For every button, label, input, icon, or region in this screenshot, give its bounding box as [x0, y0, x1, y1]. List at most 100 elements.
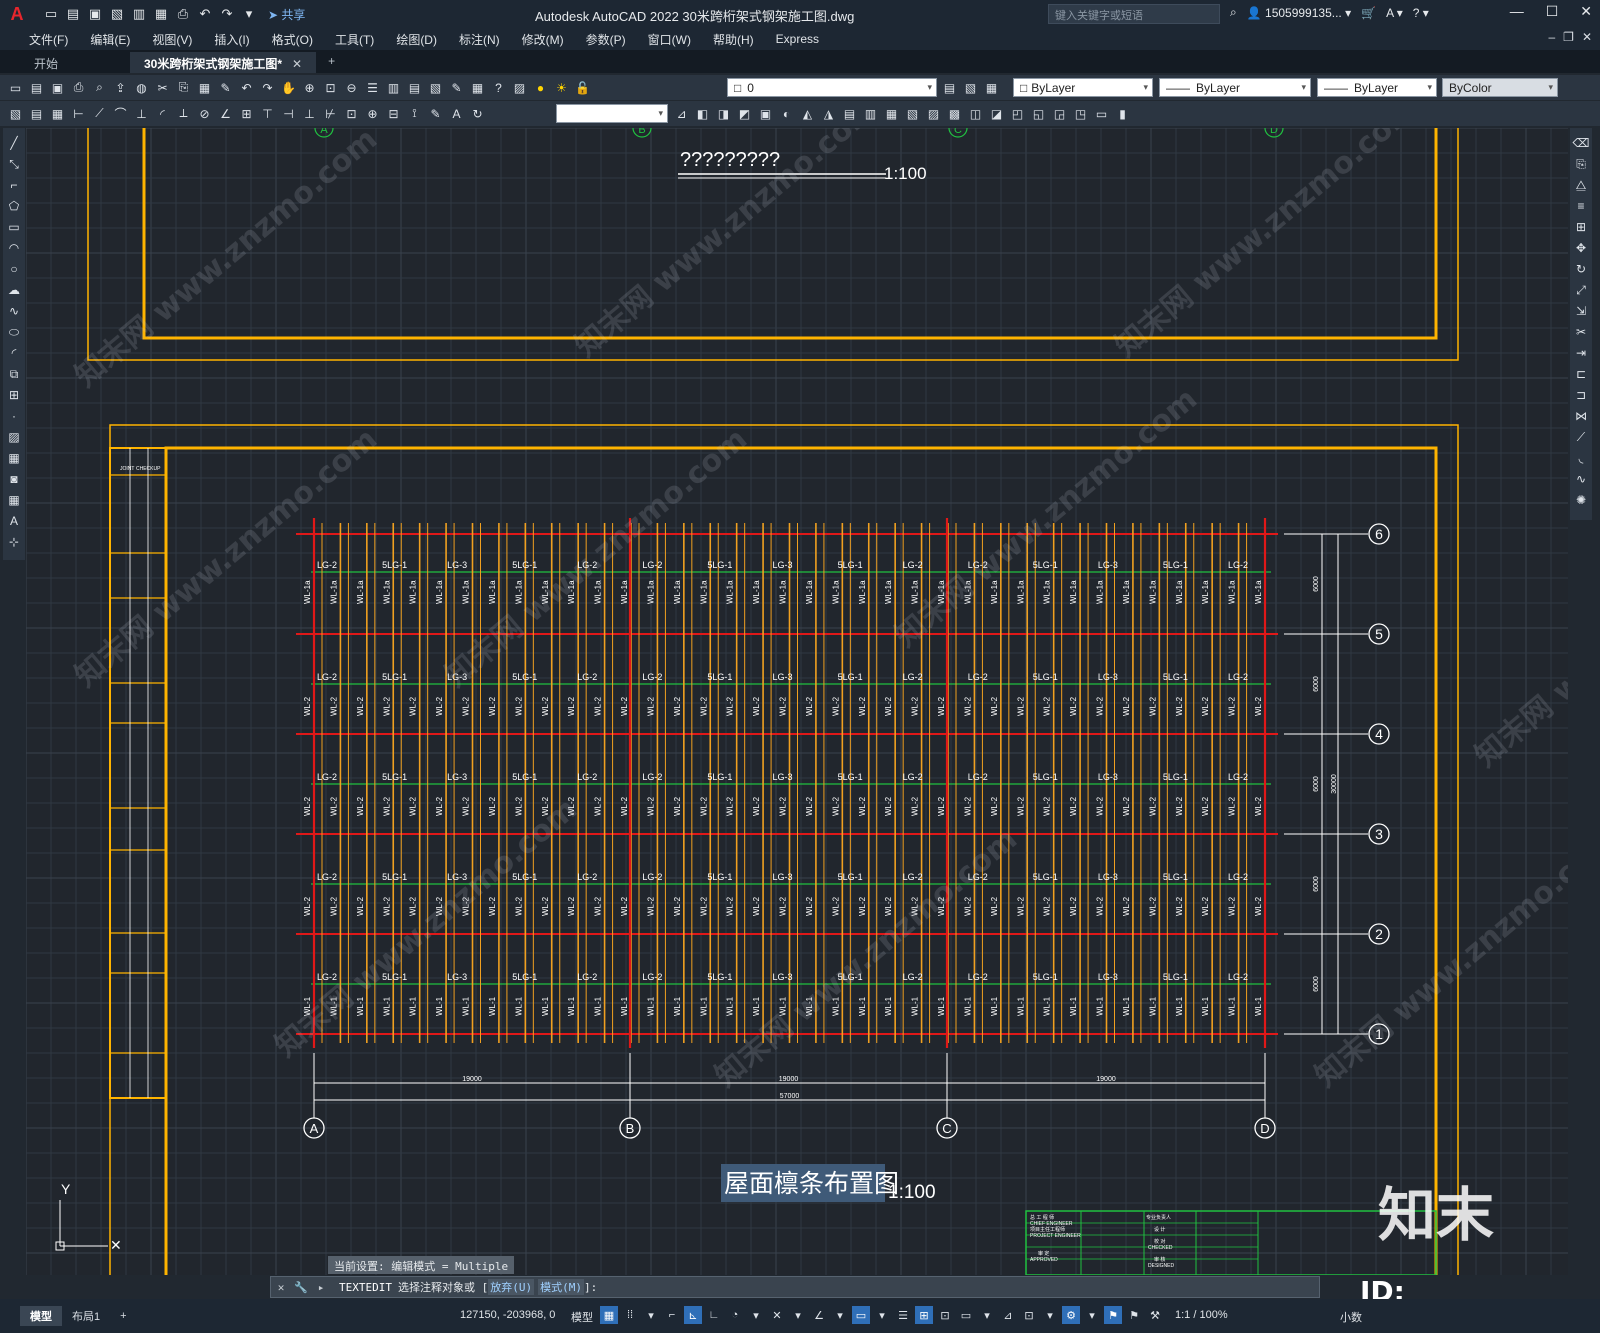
stretch-icon[interactable]: ⇲ [1572, 302, 1590, 320]
scale-icon[interactable]: ⤢ [1572, 281, 1590, 299]
model-space-toggle[interactable]: 模型 [571, 1309, 593, 1325]
polar-options-icon[interactable]: ◔ [726, 1306, 744, 1324]
bulb-icon[interactable]: ● [531, 78, 550, 97]
command-line[interactable]: ✕ 🔧 ▸ TEXTEDIT 选择注释对象或 [ 放弃(U) 模式(M) ]: [270, 1276, 1320, 1298]
markup-icon[interactable]: ✎ [447, 78, 466, 97]
slice-icon[interactable]: ◭ [798, 104, 817, 123]
coordinates-readout[interactable]: 127150, -203968, 0 [460, 1309, 555, 1321]
close-button[interactable]: ✕ [1580, 3, 1592, 20]
make-current-icon[interactable]: ▤ [940, 78, 959, 97]
design-center-icon[interactable]: ▥ [384, 78, 403, 97]
sun-icon[interactable]: ☀ [552, 78, 571, 97]
face-extrude-icon[interactable]: ◫ [966, 104, 985, 123]
jogged-linear-icon[interactable]: ⟟ [405, 104, 424, 123]
maximize-button[interactable]: ☐ [1546, 3, 1559, 20]
cad-viewport[interactable]: A B C D????????? 1:100 JOINT CHECKUP LG-2 5LG-1 L… [26, 128, 1568, 1275]
osnap-2d-icon[interactable]: ∠ [810, 1306, 828, 1324]
gradient-icon[interactable]: ▦ [5, 449, 23, 467]
rotate-icon[interactable]: ↻ [1572, 260, 1590, 278]
drawing-canvas[interactable]: A B C D????????? 1:100 JOINT CHECKUP LG-2 5LG-1 L… [26, 128, 1568, 1275]
menu-draw[interactable]: 绘图(D) [385, 31, 448, 48]
extend-icon[interactable]: ⇥ [1572, 344, 1590, 362]
zoom-window-icon[interactable]: ⊡ [321, 78, 340, 97]
lineweight-toggle-icon[interactable]: ▭ [852, 1306, 870, 1324]
region-icon[interactable]: ◙ [5, 470, 23, 488]
blend-icon[interactable]: ∿ [1572, 470, 1590, 488]
share-button[interactable]: ➤ 共享 [268, 6, 305, 23]
ortho-toggle-icon[interactable]: ⊾ [684, 1306, 702, 1324]
transparency-icon[interactable]: ▾ [873, 1306, 891, 1324]
osnap-menu-icon[interactable]: ▾ [831, 1306, 849, 1324]
linetype-select[interactable]: —— ByLayer ▾ [1159, 78, 1311, 97]
offset-icon[interactable]: ≡ [1572, 197, 1590, 215]
dynamic-input-icon[interactable]: ⌐ [663, 1306, 681, 1324]
help-icon[interactable]: ? [489, 78, 508, 97]
check-icon[interactable]: ▩ [945, 104, 964, 123]
intersect-icon[interactable]: ◩ [735, 104, 754, 123]
help-icon[interactable]: ? ▾ [1413, 6, 1429, 20]
circle-icon[interactable]: ○ [5, 260, 23, 278]
menu-file[interactable]: 文件(F) [18, 31, 79, 48]
dim-text-edit-icon[interactable]: A [447, 104, 466, 123]
explode-icon[interactable]: ✺ [1572, 491, 1590, 509]
menu-help[interactable]: 帮助(H) [702, 31, 765, 48]
dimstyle-select[interactable]: ▾ [556, 104, 668, 123]
command-option-undo[interactable]: 放弃(U) [488, 1279, 535, 1295]
table-icon[interactable]: ▦ [5, 491, 23, 509]
layer-previous-icon[interactable]: ▧ [961, 78, 980, 97]
calculator-icon[interactable]: ▦ [468, 78, 487, 97]
break-point-icon[interactable]: ⊏ [1572, 365, 1590, 383]
dim-angular-icon[interactable]: ∠ [216, 104, 235, 123]
app-logo-icon[interactable]: A [0, 0, 34, 28]
isodraft-icon[interactable]: ▾ [747, 1306, 765, 1324]
selection-cycling-icon[interactable]: ☰ [894, 1306, 912, 1324]
construction-line-icon[interactable]: ⤡ [5, 155, 23, 173]
tool-palettes-icon[interactable]: ▤ [405, 78, 424, 97]
revcloud-icon[interactable]: ☁ [5, 281, 23, 299]
annotation-scale[interactable]: 1:1 / 100% [1175, 1309, 1228, 1321]
quick-properties-icon[interactable]: ⚑ [1125, 1306, 1143, 1324]
point-icon[interactable]: · [5, 407, 23, 425]
dim-radius-icon[interactable]: ◜ [153, 104, 172, 123]
face-taper-icon[interactable]: ◳ [1071, 104, 1090, 123]
customize-icon[interactable]: ▾ [240, 5, 258, 23]
tab-layout1[interactable]: 布局1 [62, 1306, 110, 1326]
menu-window[interactable]: 窗口(W) [637, 31, 702, 48]
layer-properties-icon[interactable]: ▨ [510, 78, 529, 97]
tab-drawing[interactable]: 30米跨桁架式钢架施工图* ✕ [130, 52, 317, 73]
menu-parametric[interactable]: 参数(P) [575, 31, 637, 48]
user-account[interactable]: 👤 1505999135... ▾ [1247, 6, 1351, 20]
annotation-monitor-icon[interactable]: ▾ [1083, 1306, 1101, 1324]
3d-osnap-icon[interactable]: ⊞ [915, 1306, 933, 1324]
attribute-icon[interactable]: ▦ [48, 104, 67, 123]
menu-dimension[interactable]: 标注(N) [448, 31, 511, 48]
revolve-icon[interactable]: ◐ [777, 104, 796, 123]
line-icon[interactable]: ╱ [5, 134, 23, 152]
menu-tools[interactable]: 工具(T) [324, 31, 385, 48]
face-move-icon[interactable]: ◪ [987, 104, 1006, 123]
spline-icon[interactable]: ∿ [5, 302, 23, 320]
command-option-mode[interactable]: 模式(M) [538, 1279, 584, 1295]
zoom-previous-icon[interactable]: ⊖ [342, 78, 361, 97]
doc-restore-button[interactable]: ❐ [1563, 30, 1574, 44]
gizmo-icon[interactable]: ▾ [978, 1306, 996, 1324]
imprint-icon[interactable]: ▦ [882, 104, 901, 123]
insert-block-icon[interactable]: ⧉ [5, 365, 23, 383]
new-tab-button[interactable]: + [316, 52, 347, 73]
dim-diameter-icon[interactable]: ⊘ [195, 104, 214, 123]
copy-object-icon[interactable]: ⎘ [1572, 155, 1590, 173]
face-copy-icon[interactable]: ▭ [1092, 104, 1111, 123]
hatch-icon[interactable]: ▨ [5, 428, 23, 446]
plot-icon[interactable]: ⎙ [174, 5, 192, 23]
recent-commands-icon[interactable]: ▸ [311, 1281, 331, 1294]
block-icon[interactable]: ▧ [6, 104, 25, 123]
make-block-icon[interactable]: ⊞ [5, 386, 23, 404]
units-icon[interactable]: ⚑ [1104, 1306, 1122, 1324]
undo-icon[interactable]: ↶ [196, 5, 214, 23]
ellipse-icon[interactable]: ⬭ [5, 323, 23, 341]
menu-format[interactable]: 格式(O) [261, 31, 324, 48]
search-icon[interactable]: ⌕ [1230, 5, 1237, 20]
object-snap-tracking-icon[interactable]: ✕ [768, 1306, 786, 1324]
lock-ui-icon[interactable]: ⚒ [1146, 1306, 1164, 1324]
minimize-button[interactable]: — [1510, 3, 1524, 20]
